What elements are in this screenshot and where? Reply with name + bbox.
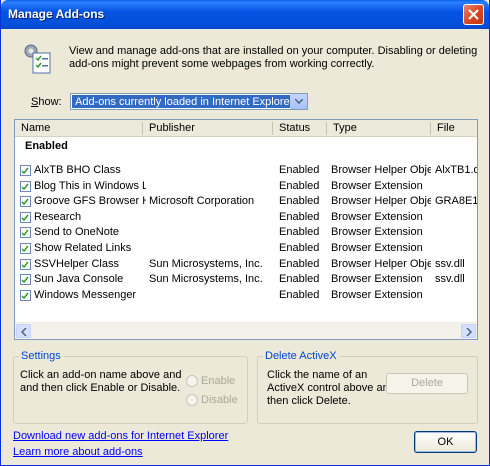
- addon-status: Enabled: [279, 273, 320, 285]
- disable-radio[interactable]: [186, 394, 198, 406]
- settings-title: Settings: [19, 350, 63, 362]
- table-row[interactable]: Windows Messenger Enabled Browser Extens…: [15, 288, 475, 303]
- show-dropdown[interactable]: Add-ons currently loaded in Internet Exp…: [70, 93, 308, 110]
- addon-icon: [20, 165, 31, 176]
- settings-instructions-line1: Click an add-on name above and: [20, 369, 182, 381]
- delete-button[interactable]: Delete: [386, 373, 468, 394]
- table-row[interactable]: SSVHelper Class Sun Microsystems, Inc. E…: [15, 257, 475, 272]
- addon-name: Show Related Links: [34, 242, 132, 254]
- chevron-left-icon: [21, 328, 27, 336]
- column-header-publisher[interactable]: Publisher: [143, 122, 273, 135]
- addons-settings-icon: [24, 44, 51, 74]
- list-header: Name Publisher Status Type File: [15, 120, 477, 137]
- addon-type: Browser Extension: [331, 289, 423, 301]
- enable-radio-label: Enable: [201, 375, 236, 387]
- addon-name: Research: [34, 211, 82, 223]
- scroll-right-button[interactable]: [461, 324, 476, 338]
- addon-name: Blog This in Windows Li...: [34, 180, 146, 192]
- addon-type: Browser Extension: [331, 211, 423, 223]
- addon-file: ssv.dll: [435, 273, 465, 285]
- addon-file: ssv.dll: [435, 258, 465, 270]
- addon-status: Enabled: [279, 242, 320, 254]
- addon-icon: [20, 290, 31, 301]
- addon-status: Enabled: [279, 211, 320, 223]
- addon-type: Browser Extension: [331, 226, 423, 238]
- title-bar[interactable]: Manage Add-ons: [1, 0, 489, 29]
- addon-type: Browser Helper Object: [331, 258, 431, 270]
- addon-type: Browser Extension: [331, 180, 423, 192]
- download-addons-link[interactable]: Download new add-ons for Internet Explor…: [13, 430, 228, 442]
- addon-icon: [20, 196, 31, 207]
- table-row[interactable]: Show Related Links Enabled Browser Exten…: [15, 241, 475, 256]
- addon-icon: [20, 274, 31, 285]
- addon-publisher: Sun Microsystems, Inc.: [149, 273, 263, 285]
- learn-more-link[interactable]: Learn more about add-ons: [13, 446, 143, 458]
- table-row[interactable]: Research Enabled Browser Extension: [15, 210, 475, 225]
- table-row[interactable]: AlxTB BHO Class Enabled Browser Helper O…: [15, 163, 477, 178]
- addon-icon: [20, 227, 31, 238]
- table-row[interactable]: Sun Java Console Sun Microsystems, Inc. …: [15, 272, 475, 287]
- addon-status: Enabled: [279, 195, 320, 207]
- addon-file: GRA8E1~1: [435, 195, 477, 207]
- addon-icon: [20, 181, 31, 192]
- column-header-type[interactable]: Type: [327, 122, 431, 135]
- table-row[interactable]: Groove GFS Browser H... Microsoft Corpor…: [15, 194, 477, 209]
- scroll-left-button[interactable]: [16, 324, 31, 338]
- addon-name: Send to OneNote: [34, 226, 120, 238]
- column-header-status[interactable]: Status: [273, 122, 327, 135]
- addon-publisher: Microsoft Corporation: [149, 195, 255, 207]
- addon-name: SSVHelper Class: [34, 258, 119, 270]
- activex-instructions-line2: ActiveX control above and: [267, 382, 395, 394]
- addon-icon: [20, 243, 31, 254]
- addon-type: Browser Helper Object: [331, 195, 431, 207]
- addon-status: Enabled: [279, 164, 320, 176]
- addon-name: Windows Messenger: [34, 289, 137, 301]
- group-header-enabled: Enabled: [25, 140, 68, 152]
- delete-activex-title: Delete ActiveX: [263, 350, 339, 362]
- show-dropdown-value: Add-ons currently loaded in Internet Exp…: [72, 95, 290, 108]
- addon-status: Enabled: [279, 226, 320, 238]
- addon-status: Enabled: [279, 180, 320, 192]
- dropdown-arrow-button[interactable]: [290, 94, 307, 109]
- activex-instructions-line3: then click Delete.: [267, 395, 351, 407]
- chevron-right-icon: [466, 328, 472, 336]
- addon-file: AlxTB1.dll: [435, 164, 477, 176]
- addon-publisher: Sun Microsystems, Inc.: [149, 258, 263, 270]
- activex-instructions-line1: Click the name of an: [267, 369, 368, 381]
- horizontal-scrollbar[interactable]: [15, 322, 477, 339]
- addons-list[interactable]: Name Publisher Status Type File Enabled …: [14, 119, 478, 340]
- column-header-name[interactable]: Name: [15, 122, 143, 135]
- addon-status: Enabled: [279, 289, 320, 301]
- addon-type: Browser Helper Object: [331, 164, 431, 176]
- addon-type: Browser Extension: [331, 273, 423, 285]
- close-icon: [468, 9, 479, 20]
- window-title: Manage Add-ons: [8, 7, 105, 21]
- intro-description: View and manage add-ons that are install…: [69, 45, 478, 70]
- addon-status: Enabled: [279, 258, 320, 270]
- addon-name: Groove GFS Browser H...: [34, 195, 146, 207]
- show-label: Show:: [31, 96, 62, 108]
- disable-radio-label: Disable: [201, 394, 238, 406]
- addon-icon: [20, 212, 31, 223]
- chevron-down-icon: [295, 99, 303, 104]
- column-header-file[interactable]: File: [431, 122, 477, 135]
- addon-icon: [20, 259, 31, 270]
- enable-radio[interactable]: [186, 375, 198, 387]
- ok-button[interactable]: OK: [414, 431, 477, 453]
- settings-instructions-line2: and then click Enable or Disable.: [20, 382, 181, 394]
- close-button[interactable]: [463, 4, 484, 25]
- addon-name: AlxTB BHO Class: [34, 164, 121, 176]
- addon-name: Sun Java Console: [34, 273, 124, 285]
- table-row[interactable]: Blog This in Windows Li... Enabled Brows…: [15, 179, 475, 194]
- table-row[interactable]: Send to OneNote Enabled Browser Extensio…: [15, 225, 475, 240]
- manage-addons-dialog: Manage Add-ons View and manage add-ons t…: [0, 0, 490, 466]
- addon-type: Browser Extension: [331, 242, 423, 254]
